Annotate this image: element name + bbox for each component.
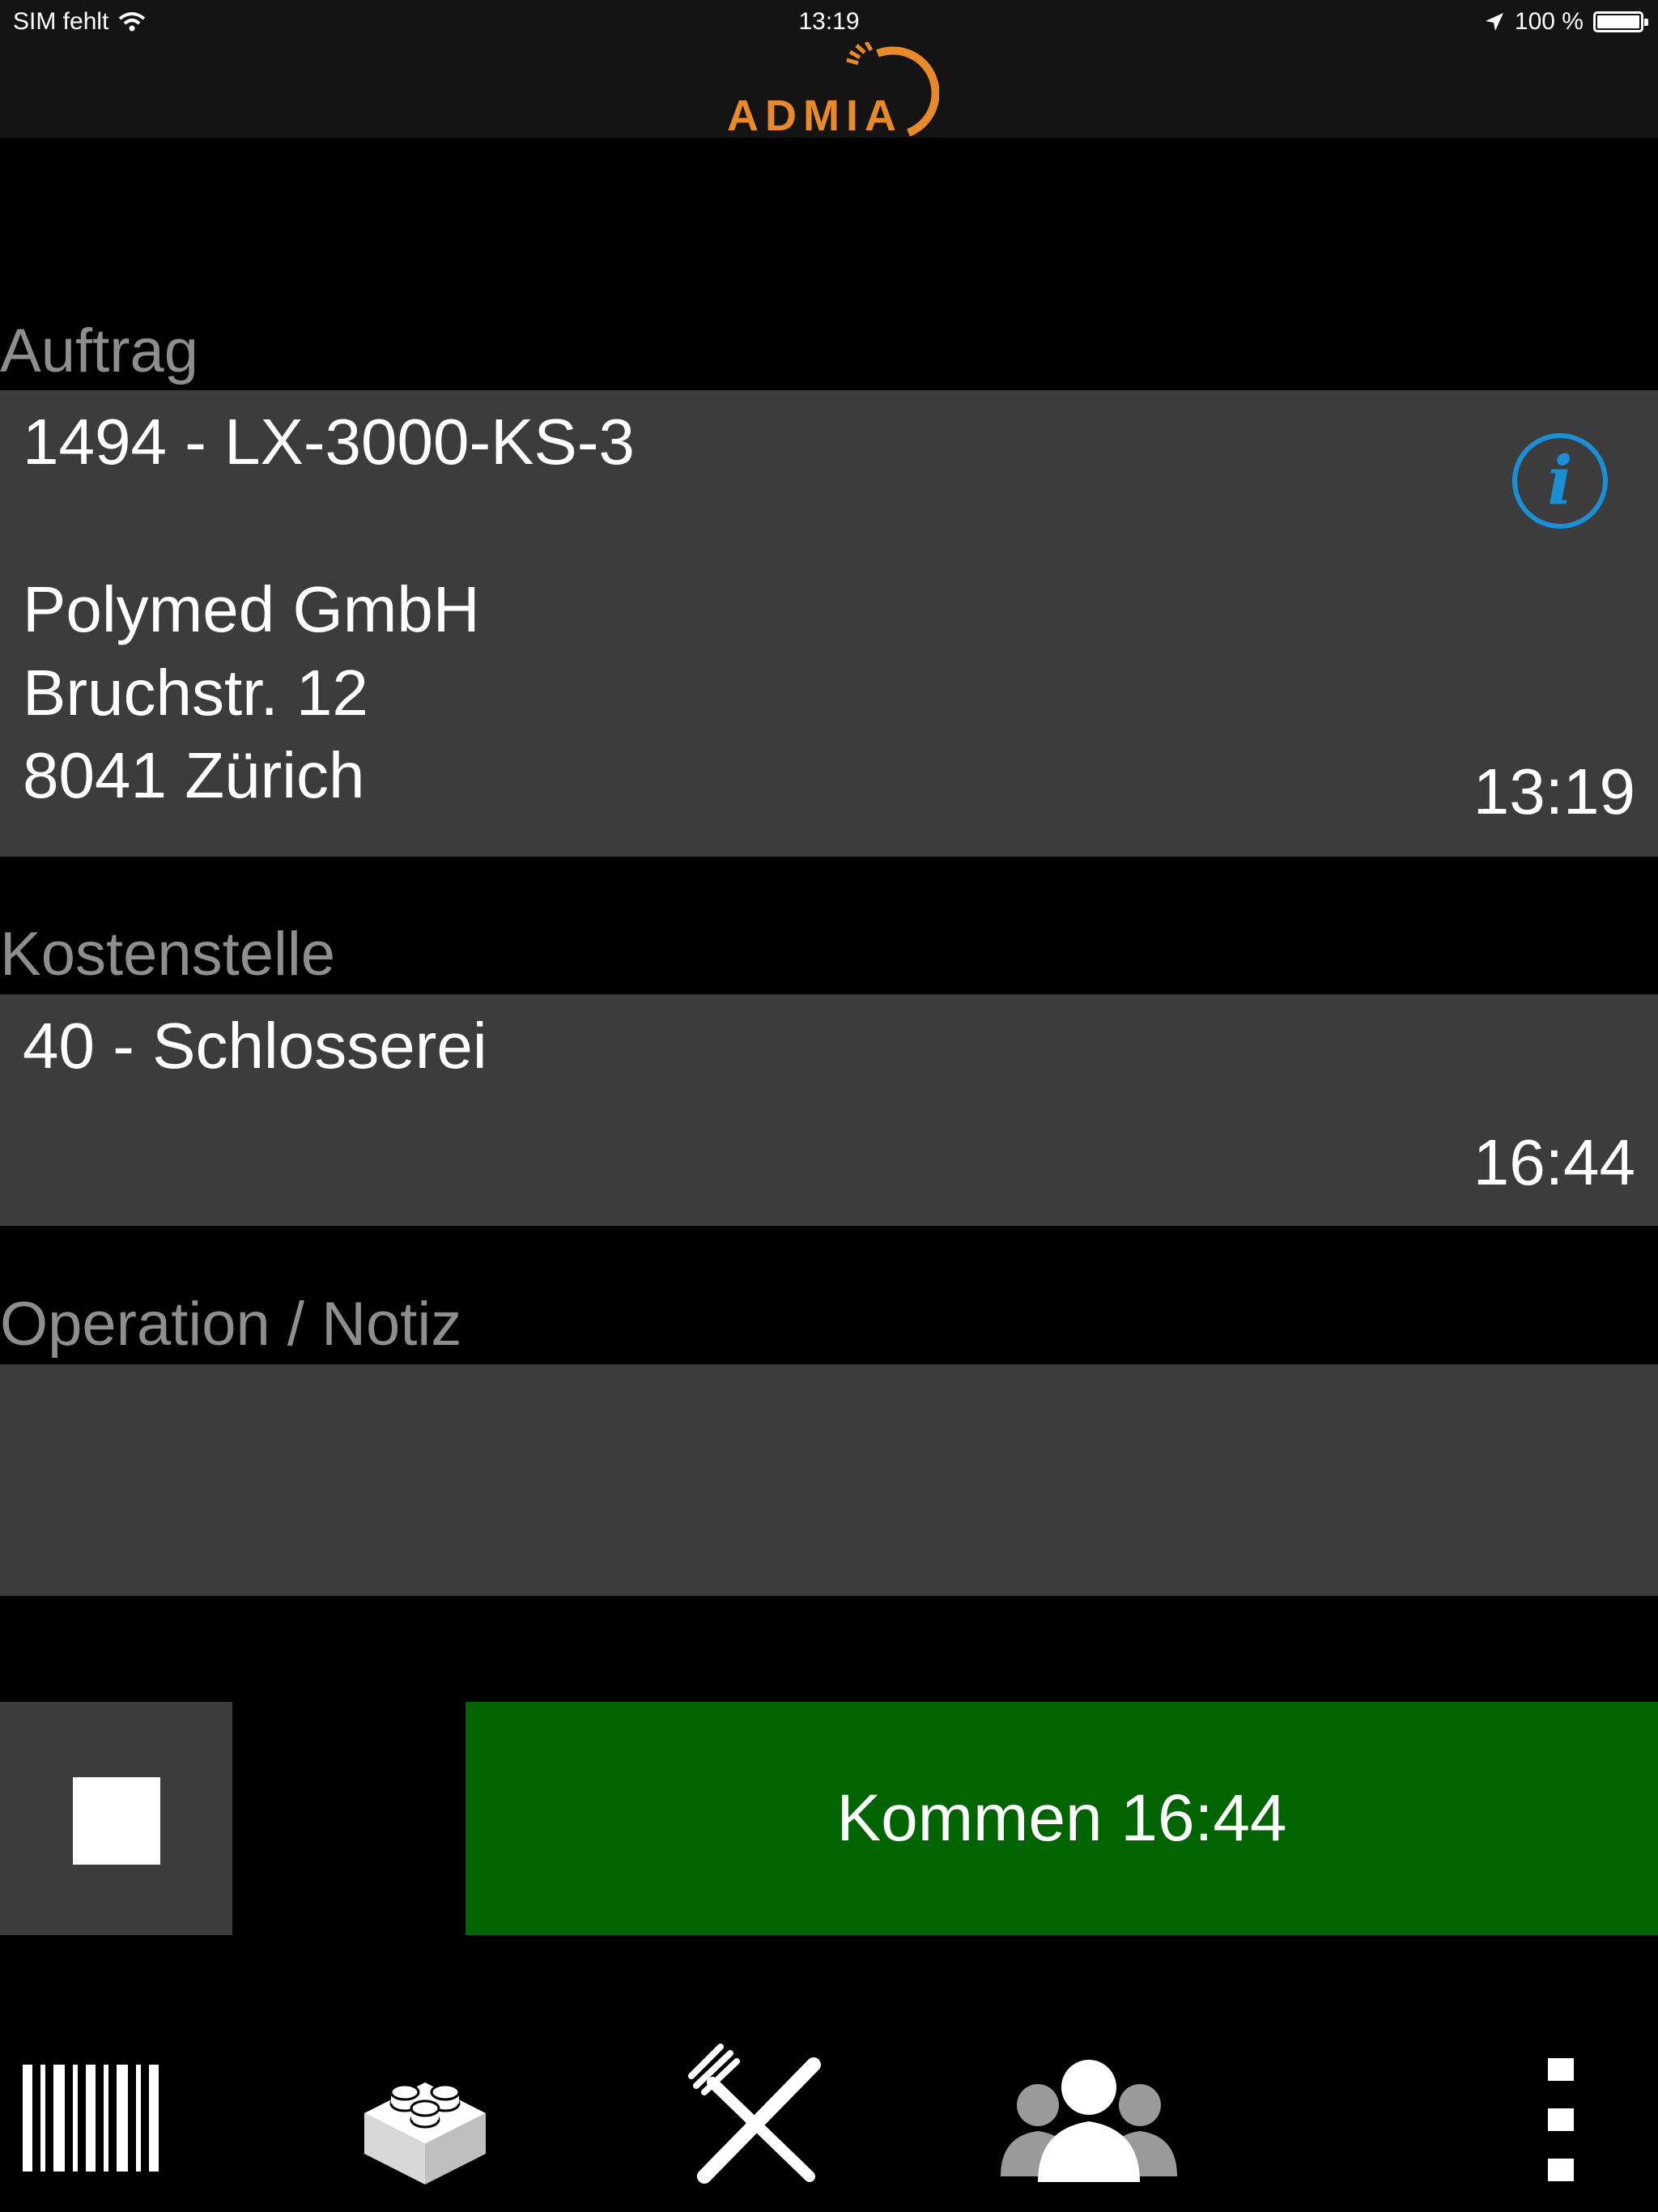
tab-barcode[interactable] <box>16 2040 170 2186</box>
group-icon <box>1001 2060 1177 2182</box>
stop-icon <box>73 1777 160 1865</box>
auftrag-panel[interactable]: 1494 - LX-3000-KS-3 Polymed GmbH Bruchst… <box>0 390 1658 857</box>
admia-logo: ADMIA <box>721 42 939 140</box>
logo-text: ADMIA <box>727 91 903 140</box>
order-number: 1494 - LX-3000-KS-3 <box>23 406 636 478</box>
kostenstelle-panel[interactable]: 40 - Schlosserei 16:44 <box>0 994 1658 1226</box>
lego-brick-icon <box>364 2082 486 2184</box>
tab-team[interactable] <box>996 2040 1182 2186</box>
operation-notiz-field[interactable] <box>0 1364 1658 1596</box>
company-name: Polymed GmbH <box>23 573 480 645</box>
kostenstelle-value: 40 - Schlosserei <box>23 1010 487 1082</box>
operation-label: Operation / Notiz <box>0 1290 462 1359</box>
kommen-button[interactable]: Kommen 16:44 <box>466 1702 1658 1935</box>
battery-text: 100 % <box>1514 8 1584 35</box>
tab-more[interactable] <box>1530 2040 1595 2186</box>
auftrag-time: 13:19 <box>1473 755 1635 827</box>
fork-knife-icon <box>688 2044 821 2184</box>
barcode-icon <box>23 2065 159 2172</box>
location-arrow-icon <box>1485 13 1503 31</box>
more-vertical-icon <box>1548 2058 1574 2181</box>
city-address: 8041 Zürich <box>23 739 365 811</box>
battery-icon <box>1593 11 1648 32</box>
status-bar: SIM fehlt 13:19 100 % ADMIA <box>0 0 1658 140</box>
status-time: 13:19 <box>798 8 860 35</box>
kostenstelle-time: 16:44 <box>1473 1126 1635 1198</box>
auftrag-label: Auftrag <box>0 317 199 385</box>
tab-pause[interactable] <box>680 2040 834 2186</box>
street-address: Bruchstr. 12 <box>23 657 368 729</box>
status-right: 100 % <box>1484 8 1648 36</box>
tab-material[interactable] <box>348 2040 502 2186</box>
stop-button[interactable] <box>0 1702 232 1935</box>
kostenstelle-label: Kostenstelle <box>0 920 336 989</box>
info-icon[interactable]: i <box>1512 433 1608 529</box>
